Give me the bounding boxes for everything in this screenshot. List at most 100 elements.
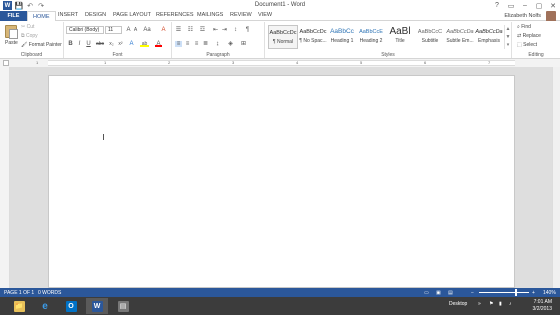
tab-review[interactable]: REVIEW	[230, 12, 252, 18]
replace-button[interactable]: ⇄ Replace	[517, 33, 541, 39]
clipboard-group-label: Clipboard	[20, 52, 43, 58]
format-painter-button[interactable]: 🖌 Format Painter	[21, 42, 62, 48]
show-hide-marks-icon[interactable]: ¶	[244, 27, 251, 33]
decrease-indent-icon[interactable]: ⇤	[212, 27, 219, 33]
copy-button[interactable]: ⧉ Copy	[21, 33, 38, 39]
taskbar-app[interactable]: ▤	[112, 298, 134, 314]
styles-gallery-scroll[interactable]: ▲ ▼ ▾	[504, 25, 511, 49]
ribbon-display-options-icon[interactable]: ▭	[506, 1, 516, 10]
grow-font-icon[interactable]: A	[125, 27, 132, 33]
style-sample: AaBbCcDc	[299, 29, 327, 35]
style-heading-1[interactable]: AaBbCc Heading 1	[327, 25, 357, 49]
print-layout-icon[interactable]: ▣	[436, 290, 441, 296]
notification-flag-icon[interactable]: ⚑	[489, 301, 493, 307]
user-name[interactable]: Elizabeth Nolfs	[504, 13, 541, 19]
increase-indent-icon[interactable]: ⇥	[221, 27, 228, 33]
taskbar-word[interactable]: W	[86, 298, 108, 314]
help-icon[interactable]: ?	[492, 1, 502, 10]
vertical-scrollbar[interactable]	[552, 67, 560, 288]
tab-page-layout[interactable]: PAGE LAYOUT	[113, 12, 151, 18]
font-size-select[interactable]: 11	[105, 26, 122, 34]
vertical-ruler[interactable]	[0, 67, 10, 288]
page-count[interactable]: PAGE 1 OF 1	[4, 290, 34, 296]
zoom-out-icon[interactable]: −	[471, 290, 474, 296]
ruler-scale[interactable]: 1 1 2 3 4 5 6 7	[36, 60, 515, 66]
ruler-number: 2	[168, 60, 171, 65]
line-spacing-icon[interactable]: ↨	[214, 41, 221, 47]
copy-label: Copy	[25, 33, 38, 39]
document-page[interactable]	[48, 75, 515, 288]
style-name: Heading 1	[330, 38, 354, 44]
zoom-in-icon[interactable]: +	[532, 290, 535, 296]
font-color-icon[interactable]: A	[155, 41, 162, 47]
tab-view[interactable]: VIEW	[258, 12, 272, 18]
tab-design[interactable]: DESIGN	[85, 12, 106, 18]
italic-icon[interactable]: I	[76, 41, 83, 47]
close-icon[interactable]: ✕	[548, 1, 558, 10]
zoom-slider-thumb[interactable]	[515, 289, 517, 296]
tray-chevron-icon[interactable]: »	[478, 301, 481, 307]
find-button[interactable]: ⌕ Find	[517, 24, 531, 30]
style-subtle-emphasis[interactable]: AaBbCcDa Subtle Em...	[445, 25, 475, 49]
text-effects-icon[interactable]: A	[128, 41, 135, 47]
style-title[interactable]: AaBl Title	[385, 25, 415, 49]
align-left-icon[interactable]: ≡	[175, 41, 182, 47]
ruler-number: 1	[36, 60, 39, 65]
align-center-icon[interactable]: ≡	[184, 41, 191, 47]
subscript-icon[interactable]: x₂	[108, 41, 115, 47]
window-controls: ? ▭ – ▢ ✕	[492, 1, 558, 10]
style-subtitle[interactable]: AaBbCcC Subtitle	[415, 25, 445, 49]
zoom-slider[interactable]	[479, 292, 529, 293]
taskbar-file-explorer[interactable]: 📁	[8, 298, 30, 314]
web-layout-icon[interactable]: ▤	[448, 290, 453, 296]
paragraph-group: ☰ ☷ ☲ ⇤ ⇥ ↕ ¶ ≡ ≡ ≡ ≣ ↨ ◈ ⊞ Paragraph	[172, 22, 265, 58]
tab-references[interactable]: REFERENCES	[156, 12, 194, 18]
taskbar-outlook[interactable]: O	[60, 298, 82, 314]
paste-icon[interactable]	[5, 25, 18, 39]
font-family-select[interactable]: Calibri (Body)	[66, 26, 104, 34]
shrink-font-icon[interactable]: A	[132, 27, 139, 33]
tab-file[interactable]: FILE	[0, 11, 27, 21]
shading-icon[interactable]: ◈	[227, 41, 234, 47]
change-case-icon[interactable]: Aa	[142, 27, 152, 33]
highlight-color-icon[interactable]: ab	[140, 41, 149, 47]
styles-group-label: Styles	[381, 52, 395, 58]
paste-button[interactable]: Paste	[5, 40, 18, 46]
align-right-icon[interactable]: ≡	[193, 41, 200, 47]
bold-icon[interactable]: B	[67, 41, 74, 47]
clear-formatting-icon[interactable]: A	[160, 27, 167, 33]
maximize-icon[interactable]: ▢	[534, 1, 544, 10]
underline-icon[interactable]: U	[85, 41, 92, 47]
style-normal[interactable]: AaBbCcDc ¶ Normal	[268, 25, 298, 49]
select-label: Select	[523, 42, 538, 48]
justify-icon[interactable]: ≣	[202, 41, 209, 47]
superscript-icon[interactable]: x²	[117, 41, 124, 47]
taskbar-internet-explorer[interactable]: e	[34, 298, 56, 314]
desktop-toolbar[interactable]: Desktop	[449, 301, 467, 307]
style-name: Emphasis	[478, 38, 500, 44]
ruler-number: 6	[424, 60, 427, 65]
ruler-number: 1	[104, 60, 107, 65]
select-button[interactable]: ⬚ Select	[517, 42, 537, 48]
numbering-icon[interactable]: ☷	[187, 27, 194, 33]
strikethrough-icon[interactable]: abc	[95, 41, 105, 47]
network-icon[interactable]: ▮	[499, 301, 502, 307]
style-heading-2[interactable]: AaBbCcE Heading 2	[356, 25, 386, 49]
tab-selector[interactable]	[3, 60, 9, 66]
minimize-icon[interactable]: –	[520, 1, 530, 10]
multilevel-list-icon[interactable]: ☲	[199, 27, 206, 33]
read-mode-icon[interactable]: ▭	[424, 290, 429, 296]
style-emphasis[interactable]: AaBbCcDa Emphasis	[474, 25, 504, 49]
zoom-level[interactable]: 140%	[543, 290, 556, 296]
volume-icon[interactable]: ♪	[509, 301, 512, 307]
bullets-icon[interactable]: ☰	[175, 27, 182, 33]
word-count[interactable]: 0 WORDS	[38, 290, 61, 296]
tab-mailings[interactable]: MAILINGS	[197, 12, 223, 18]
borders-icon[interactable]: ⊞	[240, 41, 247, 47]
system-clock[interactable]: 7:01 AM 3/2/2013	[533, 299, 552, 313]
cut-button[interactable]: ✂ Cut	[21, 24, 34, 30]
editing-group: ⌕ Find ⇄ Replace ⬚ Select Editing	[512, 22, 560, 58]
style-no-spacing[interactable]: AaBbCcDc ¶ No Spac...	[298, 25, 328, 49]
tab-insert[interactable]: INSERT	[58, 12, 78, 18]
sort-icon[interactable]: ↕	[232, 27, 239, 33]
